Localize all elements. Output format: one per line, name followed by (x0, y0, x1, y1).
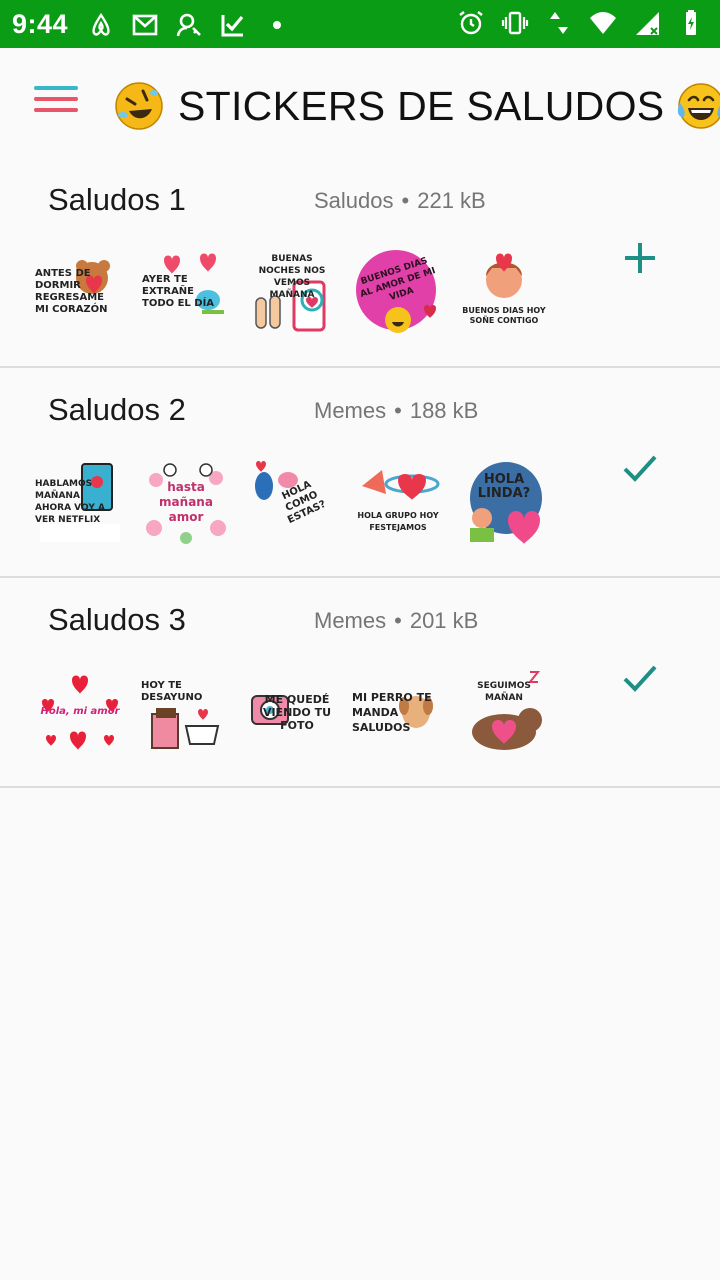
sticker-thumbnail: HOLA GRUPO HOY FESTEJAMOS (354, 458, 442, 546)
pack-name: Saludos 1 (48, 182, 186, 217)
sticker-thumbnail: ME QUEDÉ VIENDO TU FOTO (248, 668, 336, 756)
sticker-thumbnail: BUENOS DIAS HOY SOÑE CONTIGO (460, 248, 548, 336)
pack-added-indicator[interactable] (620, 448, 660, 488)
gmail-icon (130, 10, 160, 40)
sticker-thumbnail: HOLA COMO ESTAS? (248, 458, 336, 546)
pack-size: 188 kB (409, 398, 479, 423)
pack-added-indicator[interactable] (620, 658, 660, 698)
menu-line-icon (34, 97, 78, 101)
sticker-thumbnail: hasta mañana amor (142, 458, 230, 546)
system-icons (456, 8, 706, 38)
pack-size: 201 kB (409, 608, 479, 633)
checkmark-icon (623, 455, 657, 482)
menu-button[interactable] (34, 86, 78, 120)
sticker-thumbnail: BUENAS NOCHES NOS VEMOS MAÑANA (248, 248, 336, 336)
sticker-preview-list: HABLAMOS MAÑANA AHORA VOY A VER NETFLIX … (35, 458, 548, 546)
title-container: STICKERS DE SALUDOS (114, 78, 720, 134)
sticker-thumbnail: Hola, mi amor (36, 668, 124, 756)
checkmark-icon (623, 665, 657, 692)
status-bar: 9:44 (0, 0, 720, 48)
sticker-thumbnail: HOLA LINDA? (460, 458, 548, 546)
sticker-pack-row[interactable]: Saludos 3 Memes • 201 kB Hola, mi amor HOY… (0, 580, 720, 788)
sticker-preview-list: Hola, mi amor HOY TE DESAYUNO ME QUEDÉ V… (36, 668, 548, 756)
add-pack-button[interactable] (620, 238, 660, 278)
meta-separator: • (394, 398, 402, 423)
pack-meta: Memes • 188 kB (314, 398, 478, 424)
pack-size: 221 kB (417, 188, 486, 213)
sticker-thumbnail: SEGUIMOS MAÑAN (460, 668, 548, 756)
sticker-thumbnail: HOY TE DESAYUNO (141, 668, 230, 756)
sticker-thumbnail: ANTES DE DORMIR REGRESAME MI CORAZÓN (35, 248, 124, 336)
pack-publisher: Memes (314, 398, 387, 423)
key-person-icon (174, 10, 204, 40)
alarm-icon (456, 8, 486, 38)
status-time: 9:44 (12, 9, 69, 39)
page-title: STICKERS DE SALUDOS (178, 82, 665, 129)
notification-icons (86, 10, 292, 40)
vibrate-icon (500, 8, 530, 38)
pack-meta: Memes • 201 kB (314, 608, 478, 634)
airbnb-icon (86, 10, 116, 40)
tears-of-joy-emoji-icon (678, 83, 720, 129)
menu-line-icon (34, 108, 78, 112)
data-arrows-icon (544, 8, 574, 38)
pack-publisher: Saludos (314, 188, 394, 213)
sticker-thumbnail: MI PERRO TE MANDA SALUDOS (352, 690, 433, 734)
pack-name: Saludos 2 (48, 392, 186, 427)
wifi-icon (588, 8, 618, 38)
menu-line-icon (34, 86, 78, 90)
sticker-preview-list: ANTES DE DORMIR REGRESAME MI CORAZÓN AYE… (35, 248, 548, 336)
pack-meta: Saludos • 221 kB (314, 188, 486, 214)
sticker-thumbnail: HABLAMOS MAÑANA AHORA VOY A VER NETFLIX (35, 458, 124, 546)
pack-name: Saludos 3 (48, 602, 186, 637)
sticker-thumbnail: BUENOS DIAS AL AMOR DE MI VIDA (354, 248, 442, 336)
check-flag-icon (218, 10, 248, 40)
sticker-pack-row[interactable]: Saludos 1 Saludos • 221 kB ANTES DE DORMIR… (0, 160, 720, 368)
pack-publisher: Memes (314, 608, 387, 633)
signal-icon (632, 8, 662, 38)
sticker-thumbnail: AYER TE EXTRAÑE TODO EL DÍA (142, 248, 230, 336)
plus-icon (625, 243, 655, 273)
rolling-laughing-emoji-icon (115, 82, 163, 130)
app-bar: STICKERS DE SALUDOS (0, 48, 720, 160)
battery-icon (676, 8, 706, 38)
meta-separator: • (394, 608, 402, 633)
dot-icon (262, 10, 292, 40)
sticker-pack-row[interactable]: Saludos 2 Memes • 188 kB HABLAMOS MAÑANA A… (0, 370, 720, 578)
meta-separator: • (401, 188, 410, 213)
